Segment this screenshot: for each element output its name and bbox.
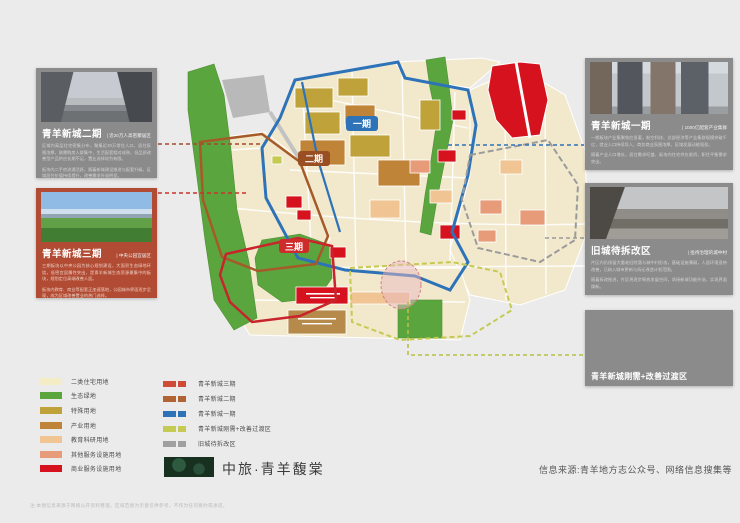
phase2-photo bbox=[41, 72, 152, 122]
card-phase1: 青羊新城一期 | 1000亿配套产业集群 一期板块产业集聚效应显著，航空科技、总… bbox=[585, 58, 733, 170]
legend-swatch bbox=[40, 407, 62, 414]
legend-row: 其他服务设施用地 bbox=[40, 447, 121, 462]
legend-swatch bbox=[40, 378, 62, 385]
phase1-badge-label: 一期 bbox=[353, 118, 371, 129]
tod-circle bbox=[381, 261, 421, 309]
legend-label: 旧城待拆改区 bbox=[198, 439, 236, 448]
card-title: 旧城待拆改区 bbox=[591, 243, 651, 257]
card-title: 青羊新城三期 bbox=[42, 246, 102, 260]
card-title: 青羊新城二期 bbox=[42, 126, 102, 140]
legend-row: 生态绿地 bbox=[40, 389, 121, 404]
legend-row: 青羊新城三期 bbox=[163, 376, 271, 391]
card-paragraph: 一期板块产业集聚效应显著，航空科技、总部经济等产业集群规模突破千亿，就业人口持续… bbox=[591, 135, 727, 148]
phase3-badge-label: 三期 bbox=[285, 241, 303, 252]
card-paragraph: 板块内教育、商业等配套正加速落地，公园城市界面逐步呈现，成为区域改善置业的热门选… bbox=[42, 287, 151, 300]
legend-land-use: 二类住宅用地 生态绿地 特殊用地 产业用地 教育科研用地 其他服务设施用地 商业… bbox=[40, 374, 121, 476]
legend-dash-swatch bbox=[163, 411, 189, 417]
legend-label: 教育科研用地 bbox=[71, 435, 109, 444]
card-paragraph: 随着拆改推进，片区将逐步释放发展空间，承接新城功能外溢，实现界面焕新。 bbox=[591, 277, 727, 290]
phase2-badge-label: 二期 bbox=[305, 153, 323, 164]
legend-dash-swatch bbox=[163, 441, 189, 447]
card-subtitle: | 近20万人高密聚居区 bbox=[107, 133, 151, 139]
legend-label: 青羊新城一期 bbox=[198, 409, 236, 418]
legend-swatch bbox=[40, 392, 62, 399]
legend-row: 青羊新城一期 bbox=[163, 406, 271, 421]
legend-label: 青羊新城三期 bbox=[198, 379, 236, 388]
transition-photo bbox=[590, 314, 728, 366]
legend-dash-swatch bbox=[163, 426, 189, 432]
legend-label: 特殊用地 bbox=[71, 406, 96, 415]
card-title: 青羊新城一期 bbox=[591, 118, 651, 132]
poster-canvas: 一期 二期 三期 青羊新城二期 | 近20万人高密聚居区 区域内高层住宅密集分布… bbox=[0, 0, 740, 523]
legend-label: 青羊新城二期 bbox=[198, 394, 236, 403]
legend-swatch bbox=[40, 451, 62, 458]
legend-dash-swatch bbox=[163, 396, 189, 402]
source-note: 信息来源:青羊地方志公众号、网络信息搜集等 bbox=[539, 463, 732, 476]
card-paragraph: 区域内高层住宅密集分布，聚集近20万常住人口，居住氛围浓厚，刚需购房人群集中，生… bbox=[42, 143, 151, 163]
card-title: 青羊新城刚需+改善过渡区 bbox=[591, 371, 727, 382]
card-paragraph: 三期板块以中央公园为核心规划建设，大面积生态绿地环绕，低密宜居属性突出，是青羊新… bbox=[42, 263, 151, 283]
oldtown-photo bbox=[590, 187, 728, 239]
legend-row: 产业用地 bbox=[40, 418, 121, 433]
legend-label: 产业用地 bbox=[71, 421, 96, 430]
phase1-photo bbox=[590, 62, 728, 114]
legend-swatch bbox=[40, 436, 62, 443]
phase3-photo bbox=[41, 192, 152, 242]
card-phase2: 青羊新城二期 | 近20万人高密聚居区 区域内高层住宅密集分布，聚集近20万常住… bbox=[36, 68, 157, 178]
legend-label: 其他服务设施用地 bbox=[71, 450, 121, 459]
card-oldtown: 旧城待拆改区 | 亟待治理的城中村 片区内仍保留大量老旧院落与城中村形态，基础设… bbox=[585, 183, 733, 295]
brand-logo-text: 中旅·青羊馥棠 bbox=[222, 459, 325, 479]
card-subtitle: | 1000亿配套产业集群 bbox=[682, 125, 727, 131]
legend-row: 教育科研用地 bbox=[40, 432, 121, 447]
card-paragraph: 板块内二手房流通活跃，随着新城建设推进与配套升级，区域居住价值持续提升，改善需求… bbox=[42, 167, 151, 180]
legend-row: 特殊用地 bbox=[40, 403, 121, 418]
footer-disclaimer: 注:本图信息来源于网络公开资料整理，区域范围为示意仅供参考，不作为任何要约或承诺… bbox=[30, 503, 228, 509]
legend-row: 青羊新城刚需+改善过渡区 bbox=[163, 421, 271, 436]
legend-swatch bbox=[40, 465, 62, 472]
legend-label: 二类住宅用地 bbox=[71, 377, 109, 386]
legend-row: 旧城待拆改区 bbox=[163, 436, 271, 451]
legend-swatch bbox=[40, 422, 62, 429]
card-paragraph: 随着产业人口增长，居住需求旺盛，板块内住宅供应紧俏，职住平衡需求突出。 bbox=[591, 152, 727, 165]
card-transition: 青羊新城刚需+改善过渡区 bbox=[585, 310, 733, 386]
card-paragraph: 片区内仍保留大量老旧院落与城中村形态，基础设施薄弱，人居环境亟待改善，已纳入城市… bbox=[591, 260, 727, 273]
legend-row: 二类住宅用地 bbox=[40, 374, 121, 389]
card-subtitle: | 亟待治理的城中村 bbox=[688, 250, 727, 256]
legend-row: 青羊新城二期 bbox=[163, 391, 271, 406]
card-phase3: 青羊新城三期 | 中央公园宜居区 三期板块以中央公园为核心规划建设，大面积生态绿… bbox=[36, 188, 157, 298]
card-subtitle: | 中央公园宜居区 bbox=[116, 253, 151, 259]
brand-logo-image bbox=[164, 457, 214, 477]
legend-label: 生态绿地 bbox=[71, 391, 96, 400]
legend-row: 商业服务设施用地 bbox=[40, 462, 121, 477]
legend-label: 青羊新城刚需+改善过渡区 bbox=[198, 424, 271, 433]
legend-label: 商业服务设施用地 bbox=[71, 464, 121, 473]
legend-districts: 青羊新城三期 青羊新城二期 青羊新城一期 青羊新城刚需+改善过渡区 旧城待拆改区 bbox=[163, 376, 271, 451]
legend-dash-swatch bbox=[163, 381, 189, 387]
